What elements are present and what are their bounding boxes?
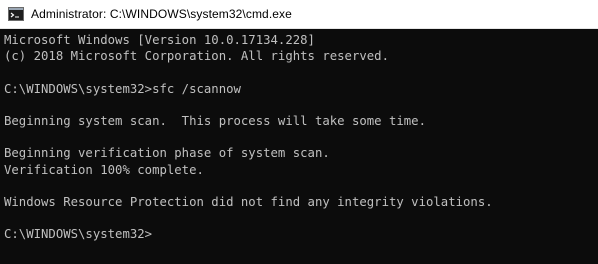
- console-line: Microsoft Windows [Version 10.0.17134.22…: [4, 33, 315, 47]
- title-bar[interactable]: Administrator: C:\WINDOWS\system32\cmd.e…: [0, 0, 598, 29]
- cmd-console-icon: [8, 6, 24, 22]
- console-line: Beginning verification phase of system s…: [4, 146, 330, 161]
- console-line: Verification 100% complete.: [4, 162, 204, 177]
- window-title: Administrator: C:\WINDOWS\system32\cmd.e…: [31, 7, 292, 21]
- console-line: C:\WINDOWS\system32>sfc /scannow: [4, 81, 241, 96]
- console-output[interactable]: Microsoft Windows [Version 10.0.17134.22…: [0, 29, 598, 264]
- console-line: (c) 2018 Microsoft Corporation. All righ…: [4, 49, 389, 64]
- console-line: Beginning system scan. This process will…: [4, 113, 426, 128]
- console-text: Microsoft Windows [Version 10.0.17134.22…: [0, 29, 598, 242]
- console-line: C:\WINDOWS\system32>: [4, 227, 153, 242]
- cmd-window: Administrator: C:\WINDOWS\system32\cmd.e…: [0, 0, 598, 264]
- console-line: Windows Resource Protection did not find…: [4, 194, 493, 209]
